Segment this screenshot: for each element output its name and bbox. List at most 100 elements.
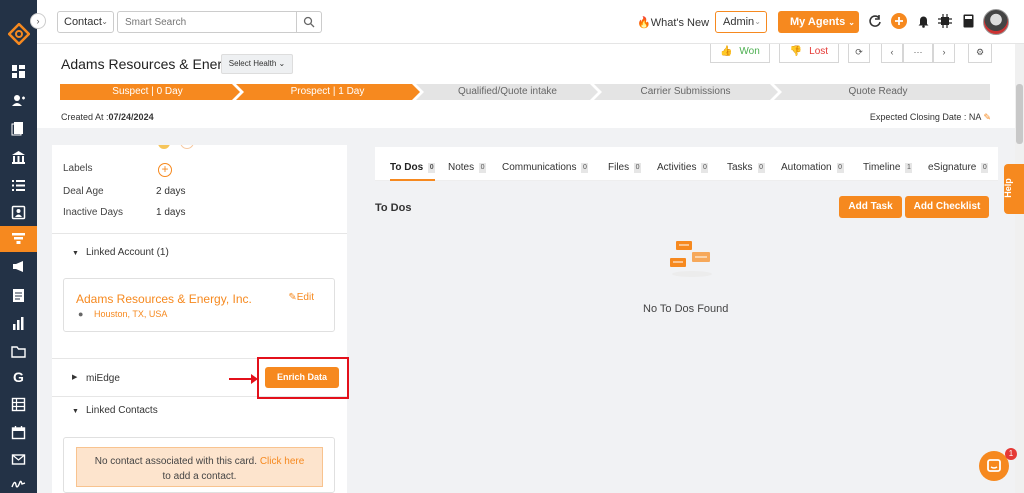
tab-files[interactable]: Files 0 — [608, 162, 642, 173]
whats-new-link[interactable]: 🔥What's New — [637, 16, 709, 29]
account-location: Houston, TX, USA — [94, 309, 168, 319]
chat-notification-badge: 1 — [1005, 448, 1017, 460]
linked-account-card[interactable]: Adams Resources & Energy, Inc. ✎Edit ● H… — [63, 278, 335, 332]
tab-to-dos[interactable]: To Dos 0 — [390, 162, 436, 173]
signature-icon[interactable] — [11, 477, 26, 492]
bell-icon[interactable] — [917, 14, 933, 30]
next-record-button[interactable]: › — [933, 44, 955, 63]
caret-down-icon[interactable]: ▼ — [72, 250, 79, 257]
documents-icon[interactable] — [11, 121, 26, 136]
won-button[interactable]: 👍 Won — [710, 44, 770, 63]
app-logo-icon[interactable] — [7, 22, 31, 46]
pipeline-stage-quote-ready[interactable]: Quote Ready — [778, 84, 978, 100]
pipeline-stage-suspect[interactable]: Suspect | 0 Day — [60, 84, 235, 100]
dashboard-icon[interactable] — [11, 64, 26, 79]
flame-icon: 🔥 — [637, 17, 651, 29]
list-icon[interactable] — [11, 178, 26, 193]
pipeline-stage-prospect[interactable]: Prospect | 1 Day — [240, 84, 415, 100]
add-contact-link[interactable]: Click here — [260, 456, 304, 467]
caret-right-icon[interactable]: ▶ — [72, 373, 77, 381]
deal-age-label: Deal Age — [63, 186, 104, 197]
page-scrollbar[interactable] — [1015, 44, 1024, 493]
tab-count: 0 — [479, 163, 487, 173]
tab-count: 0 — [634, 163, 642, 173]
calendar-icon[interactable] — [11, 425, 26, 440]
scrollbar-thumb[interactable] — [1016, 84, 1023, 144]
tab-label: Communications — [502, 162, 577, 173]
spreadsheet-icon[interactable] — [11, 397, 26, 412]
thumbs-down-icon: 👎 — [789, 46, 803, 57]
role-select[interactable]: Admin ⌄ — [715, 11, 767, 33]
pencil-icon[interactable]: ✎ — [983, 112, 991, 122]
svg-text:G: G — [13, 369, 24, 384]
notes-icon[interactable] — [11, 288, 26, 303]
calculator-icon[interactable] — [963, 14, 979, 30]
health-select[interactable]: Select Health ⌄ — [221, 54, 293, 74]
no-contact-text: No contact associated with this card. — [94, 456, 258, 467]
sidebar-collapse-button[interactable]: › — [30, 13, 46, 29]
chevron-down-icon: ⌄ — [754, 17, 761, 26]
my-agents-button[interactable]: My Agents ⌄ — [778, 11, 859, 33]
google-icon[interactable]: G — [11, 369, 26, 385]
inactive-days-value: 1 days — [156, 207, 186, 218]
caret-down-icon[interactable]: ▼ — [72, 408, 79, 415]
closing-date-label: Expected Closing Date : — [869, 112, 967, 122]
won-label: Won — [739, 46, 760, 57]
smart-search-input[interactable] — [117, 11, 297, 33]
search-button[interactable] — [297, 11, 322, 33]
megaphone-icon[interactable] — [11, 259, 26, 274]
account-edit-button[interactable]: ✎Edit — [288, 292, 314, 303]
more-options-button[interactable]: ··· — [903, 44, 933, 63]
reports-chart-icon[interactable] — [11, 316, 26, 331]
tab-notes[interactable]: Notes 0 — [448, 162, 487, 173]
contact-card-icon[interactable] — [11, 205, 26, 220]
tab-activities[interactable]: Activities 0 — [657, 162, 709, 173]
pipeline-stage-carrier-submissions[interactable]: Carrier Submissions — [598, 84, 773, 100]
todos-section-title: To Dos — [375, 202, 412, 214]
add-label-button[interactable]: + — [158, 163, 172, 177]
health-select-label: Select Health — [228, 59, 277, 68]
tab-automation[interactable]: Automation 0 — [781, 162, 844, 173]
empty-state-illustration-icon — [668, 238, 716, 278]
help-tab[interactable]: Help — [1003, 164, 1024, 214]
add-icon[interactable] — [891, 13, 907, 29]
contacts-icon[interactable] — [11, 93, 26, 108]
tab-count: 0 — [581, 163, 589, 173]
add-checklist-button[interactable]: Add Checklist — [905, 196, 989, 218]
previous-record-button[interactable]: ‹ — [881, 44, 903, 63]
my-agents-label: My Agents — [790, 16, 846, 28]
chevron-down-icon: ⌄ — [848, 18, 855, 27]
record-refresh-button[interactable]: ⟳ — [848, 44, 870, 63]
expected-closing-date: Expected Closing Date : NA ✎ — [870, 112, 991, 123]
record-title: Adams Resources & Ener — [61, 56, 223, 72]
linked-contacts-title[interactable]: Linked Contacts — [86, 405, 158, 416]
pipeline-stage-qualified[interactable]: Qualified/Quote intake — [420, 84, 595, 100]
user-avatar[interactable] — [983, 9, 1009, 35]
bank-icon[interactable] — [11, 150, 26, 165]
tab-timeline[interactable]: Timeline 1 — [863, 162, 913, 173]
mail-icon[interactable] — [11, 452, 26, 467]
miedge-title[interactable]: miEdge — [86, 373, 120, 384]
created-at: Created At :07/24/2024 — [61, 112, 154, 122]
settings-button[interactable]: ⚙ — [968, 44, 992, 63]
account-name-link[interactable]: Adams Resources & Energy, Inc. — [76, 292, 252, 306]
chevron-down-icon: ⌄ — [101, 17, 108, 26]
tab-count: 0 — [428, 163, 436, 173]
chip-icon[interactable] — [938, 14, 954, 30]
refresh-icon: ⟳ — [855, 47, 863, 57]
whats-new-label: What's New — [650, 17, 710, 29]
tab-tasks[interactable]: Tasks 0 — [727, 162, 765, 173]
created-at-value: 07/24/2024 — [108, 112, 154, 122]
pipeline-funnel-icon[interactable] — [11, 231, 26, 246]
divider — [52, 233, 347, 234]
add-task-button[interactable]: Add Task — [839, 196, 902, 218]
created-at-label: Created At : — [61, 112, 109, 122]
tab-communications[interactable]: Communications 0 — [502, 162, 589, 173]
module-select[interactable]: Contact ⌄ — [57, 11, 114, 33]
refresh-icon[interactable] — [868, 14, 884, 30]
lost-button[interactable]: 👎 Lost — [779, 44, 839, 63]
tab-esignature[interactable]: eSignature 0 — [928, 162, 989, 173]
linked-account-title[interactable]: Linked Account (1) — [86, 247, 169, 258]
folder-icon[interactable] — [11, 344, 26, 359]
pipeline-stages: Suspect | 0 Day Prospect | 1 Day Qualifi… — [60, 84, 990, 100]
